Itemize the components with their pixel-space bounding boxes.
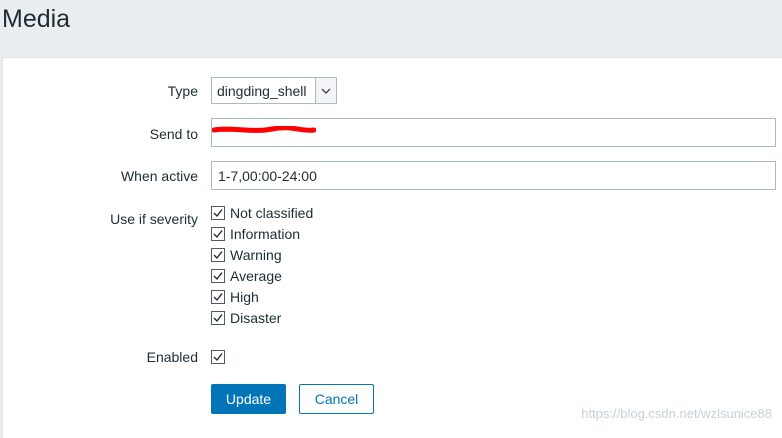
severity-warning[interactable]: Warning <box>211 246 282 264</box>
severity-item-label: Average <box>230 268 282 284</box>
checkbox-checked-icon[interactable] <box>211 350 225 364</box>
severity-item-label: Not classified <box>230 205 314 221</box>
watermark: https://blog.csdn.net/wzlsunice88 <box>581 406 772 421</box>
severity-information[interactable]: Information <box>211 225 300 243</box>
checkbox-checked-icon[interactable] <box>211 311 225 325</box>
redaction-scribble <box>212 126 316 133</box>
when-active-label: When active <box>120 168 198 184</box>
checkbox-checked-icon[interactable] <box>211 206 225 220</box>
checkbox-checked-icon[interactable] <box>211 269 225 283</box>
severity-item-label: Disaster <box>230 310 282 326</box>
page-title: Media <box>2 5 71 33</box>
checkbox-checked-icon[interactable] <box>211 290 225 304</box>
severity-disaster[interactable]: Disaster <box>211 309 281 327</box>
severity-item-label: Information <box>230 226 301 242</box>
checkbox-checked-icon[interactable] <box>211 248 225 262</box>
type-select[interactable]: dingding_shell <box>211 77 337 104</box>
severity-not-classified[interactable]: Not classified <box>211 204 313 222</box>
severity-high[interactable]: High <box>211 288 259 306</box>
enabled-checkbox[interactable] <box>211 348 225 366</box>
chevron-down-icon[interactable] <box>315 78 336 103</box>
media-form-panel <box>2 57 782 438</box>
severity-label: Use if severity <box>110 211 198 227</box>
enabled-label: Enabled <box>146 349 198 365</box>
severity-average[interactable]: Average <box>211 267 282 285</box>
cancel-button[interactable]: Cancel <box>299 384 374 414</box>
checkbox-checked-icon[interactable] <box>211 227 225 241</box>
when-active-input[interactable] <box>211 161 776 190</box>
update-button[interactable]: Update <box>211 384 286 414</box>
type-label: Type <box>167 83 198 99</box>
type-select-value: dingding_shell <box>217 83 307 99</box>
severity-item-label: High <box>230 289 259 305</box>
page-header: Media <box>0 0 782 44</box>
send-to-label: Send to <box>149 126 198 142</box>
severity-item-label: Warning <box>230 247 282 263</box>
